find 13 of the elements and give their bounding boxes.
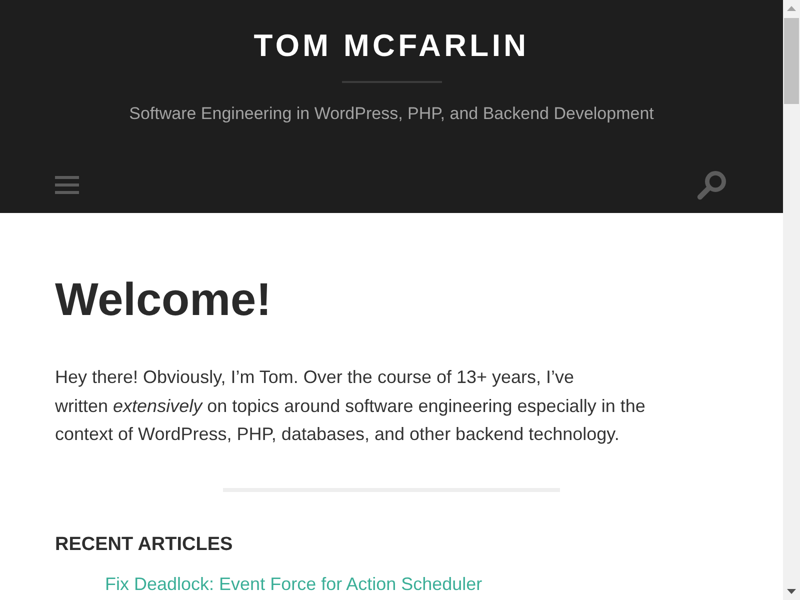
search-icon (697, 170, 727, 200)
scroll-up-icon[interactable] (787, 6, 796, 11)
scroll-down-icon[interactable] (787, 589, 796, 594)
page-heading: Welcome! (55, 272, 272, 327)
menu-button[interactable] (55, 176, 79, 194)
scrollbar[interactable] (783, 0, 800, 600)
intro-paragraph: Hey there! Obviously, I’m Tom. Over the course of 13+ years, I’ve written extensively on topics around software engineering especially in the context of WordPress, PHP, databases, and other backend technology. (55, 366, 646, 446)
menu-icon (55, 176, 79, 194)
section-heading: RECENT ARTICLES (55, 532, 233, 556)
site-tagline: Software Engineering in WordPress, PHP, and Backend Development (129, 103, 654, 125)
scrollbar-thumb[interactable] (784, 18, 799, 104)
site-title[interactable]: TOM MCFARLIN (254, 28, 530, 64)
search-button[interactable] (697, 170, 727, 200)
